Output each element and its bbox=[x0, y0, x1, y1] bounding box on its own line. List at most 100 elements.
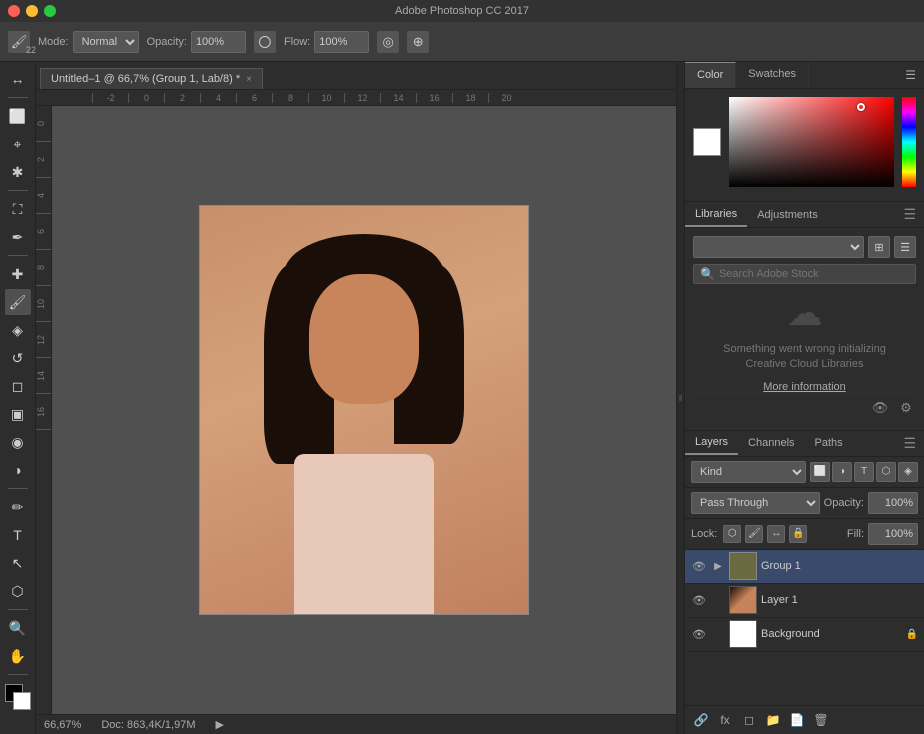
color-spectrum-bar[interactable] bbox=[902, 97, 916, 187]
libraries-eye-icon[interactable]: 👁 bbox=[870, 398, 890, 418]
filter-smart-icon[interactable]: ◈ bbox=[898, 462, 918, 482]
delete-layer-icon[interactable]: 🗑 bbox=[811, 710, 831, 730]
history-brush-tool[interactable]: ↺ bbox=[5, 345, 31, 371]
layer-expand-group1[interactable]: ▶ bbox=[711, 559, 725, 573]
tab-layers[interactable]: Layers bbox=[685, 431, 738, 455]
fill-label: Fill: bbox=[847, 528, 864, 540]
layers-filter-bar: Kind ⬜ ◑ T ⬡ ◈ bbox=[685, 457, 924, 488]
text-tool[interactable]: T bbox=[5, 522, 31, 548]
lock-all-icon[interactable]: 🔒 bbox=[789, 525, 807, 543]
zoom-tool[interactable]: 🔍 bbox=[5, 615, 31, 641]
layer-effects-icon[interactable]: fx bbox=[715, 710, 735, 730]
blend-mode-select[interactable]: Pass Through bbox=[691, 492, 820, 514]
marquee-tool[interactable]: ⬜ bbox=[5, 103, 31, 129]
tab-channels[interactable]: Channels bbox=[738, 432, 804, 454]
link-layers-icon[interactable]: 🔗 bbox=[691, 710, 711, 730]
doc-info: Doc: 863,4K/1,97M bbox=[101, 719, 195, 731]
blur-tool[interactable]: ◉ bbox=[5, 429, 31, 455]
ruler-mark: 4 bbox=[200, 93, 236, 103]
eraser-tool[interactable]: ◻ bbox=[5, 373, 31, 399]
collapse-handle[interactable]: ‖ bbox=[676, 62, 684, 734]
layer-row[interactable]: 👁 ▶ Group 1 bbox=[685, 550, 924, 584]
crop-tool[interactable]: ⛶ bbox=[5, 196, 31, 222]
maximize-button[interactable] bbox=[44, 5, 56, 17]
eyedropper-tool[interactable]: ✒ bbox=[5, 224, 31, 250]
libraries-search-input[interactable] bbox=[719, 268, 909, 280]
right-panel: Color Swatches ☰ bbox=[684, 62, 924, 734]
color-gradient-dark bbox=[729, 97, 894, 187]
filter-text-icon[interactable]: T bbox=[854, 462, 874, 482]
airbrush-icon[interactable]: 〇 bbox=[254, 31, 276, 53]
filter-kind-select[interactable]: Kind bbox=[691, 461, 806, 483]
tab-swatches[interactable]: Swatches bbox=[736, 62, 809, 88]
dodge-tool[interactable]: ◑ bbox=[5, 457, 31, 483]
ruler-mark-v: 8 bbox=[36, 250, 51, 286]
background-color[interactable] bbox=[13, 692, 31, 710]
libraries-grid-view[interactable]: ⊞ bbox=[868, 236, 890, 258]
layer-row[interactable]: 👁 Background 🔒 bbox=[685, 618, 924, 652]
add-mask-icon[interactable]: ◻ bbox=[739, 710, 759, 730]
ruler-mark: -2 bbox=[92, 93, 128, 103]
tab-adjustments[interactable]: Adjustments bbox=[747, 204, 828, 226]
fill-value-input[interactable] bbox=[868, 523, 918, 545]
color-gradient-main[interactable] bbox=[729, 97, 894, 187]
color-panel-menu[interactable]: ☰ bbox=[897, 62, 924, 88]
close-button[interactable] bbox=[8, 5, 20, 17]
canvas-viewport[interactable] bbox=[52, 106, 676, 714]
flow-input[interactable] bbox=[314, 31, 369, 53]
ruler-mark: 2 bbox=[164, 93, 200, 103]
ruler-mark-v: 2 bbox=[36, 142, 51, 178]
libraries-menu-btn[interactable]: ☰ bbox=[895, 202, 924, 227]
tool-separator-2 bbox=[8, 190, 28, 191]
create-layer-icon[interactable]: 📄 bbox=[787, 710, 807, 730]
path-select-tool[interactable]: ↖ bbox=[5, 550, 31, 576]
libraries-settings-icon[interactable]: ⚙ bbox=[896, 398, 916, 418]
tablet-icon[interactable]: ⊕ bbox=[407, 31, 429, 53]
opacity-input[interactable] bbox=[191, 31, 246, 53]
opacity-value-input[interactable] bbox=[868, 492, 918, 514]
ruler-mark: 14 bbox=[380, 93, 416, 103]
tab-color[interactable]: Color bbox=[685, 62, 736, 88]
healing-tool[interactable]: ✚ bbox=[5, 261, 31, 287]
lock-transparent-icon[interactable]: ⬡ bbox=[723, 525, 741, 543]
layer-row[interactable]: 👁 Layer 1 bbox=[685, 584, 924, 618]
filter-adjustment-icon[interactable]: ◑ bbox=[832, 462, 852, 482]
lasso-tool[interactable]: ⌖ bbox=[5, 131, 31, 157]
libraries-list-view[interactable]: ☰ bbox=[894, 236, 916, 258]
layers-menu-btn[interactable]: ☰ bbox=[895, 431, 924, 456]
color-swatches[interactable] bbox=[5, 684, 31, 710]
layer-visibility-group1[interactable]: 👁 bbox=[691, 558, 707, 574]
hand-tool[interactable]: ✋ bbox=[5, 643, 31, 669]
libraries-search-bar[interactable]: 🔍 bbox=[693, 264, 916, 284]
filter-shape-icon[interactable]: ⬡ bbox=[876, 462, 896, 482]
layer-visibility-layer1[interactable]: 👁 bbox=[691, 592, 707, 608]
clone-tool[interactable]: ◈ bbox=[5, 317, 31, 343]
tab-libraries[interactable]: Libraries bbox=[685, 203, 747, 227]
color-swatch-foreground[interactable] bbox=[693, 128, 721, 156]
libraries-dropdown[interactable] bbox=[693, 236, 864, 258]
brush-tool[interactable]: 🖌 bbox=[5, 289, 31, 315]
filter-pixel-icon[interactable]: ⬜ bbox=[810, 462, 830, 482]
move-tool[interactable]: ↔ bbox=[5, 66, 31, 92]
tab-close-btn[interactable]: × bbox=[246, 74, 252, 85]
color-panel-content bbox=[685, 89, 924, 201]
mode-select[interactable]: Normal bbox=[73, 31, 139, 53]
ruler-mark: 6 bbox=[236, 93, 272, 103]
document-tab[interactable]: Untitled–1 @ 66,7% (Group 1, Lab/8) * × bbox=[40, 68, 263, 89]
lock-pixels-icon[interactable]: 🖌 bbox=[745, 525, 763, 543]
ruler-mark: 12 bbox=[344, 93, 380, 103]
color-gradient-picker[interactable] bbox=[729, 97, 894, 187]
shape-tool[interactable]: ⬡ bbox=[5, 578, 31, 604]
pen-tool[interactable]: ✏ bbox=[5, 494, 31, 520]
lock-position-icon[interactable]: ↔ bbox=[767, 525, 785, 543]
quick-select-tool[interactable]: ✱ bbox=[5, 159, 31, 185]
pressure-icon[interactable]: ◎ bbox=[377, 31, 399, 53]
more-info-link[interactable]: More information bbox=[763, 381, 846, 393]
minimize-button[interactable] bbox=[26, 5, 38, 17]
create-group-icon[interactable]: 📁 bbox=[763, 710, 783, 730]
tab-paths[interactable]: Paths bbox=[805, 432, 853, 454]
layer-visibility-background[interactable]: 👁 bbox=[691, 626, 707, 642]
portrait-body bbox=[294, 454, 434, 614]
gradient-tool[interactable]: ▣ bbox=[5, 401, 31, 427]
nav-arrow[interactable]: ▶ bbox=[215, 718, 223, 731]
